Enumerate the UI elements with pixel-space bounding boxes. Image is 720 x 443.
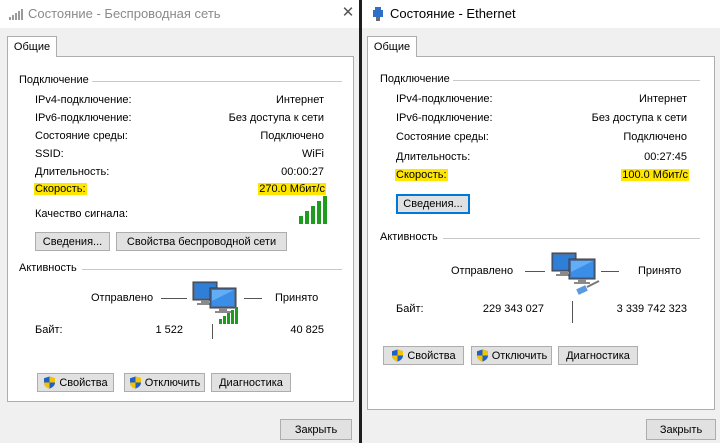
activity-heading: Активность [19, 262, 77, 274]
sent-line [161, 298, 187, 299]
properties-button-label: Свойства [59, 377, 108, 389]
sent-label: Отправлено [451, 265, 514, 277]
speed-value: 100.0 Мбит/с [621, 169, 689, 181]
media-state-label: Состояние среды: [35, 130, 128, 142]
connection-heading: Подключение [19, 74, 89, 86]
ethernet-plug-icon [373, 7, 383, 21]
tab-general[interactable]: Общие [7, 36, 57, 57]
divider [92, 81, 342, 82]
diagnose-button[interactable]: Диагностика [211, 373, 291, 392]
ipv4-label: IPv4-подключение: [35, 94, 132, 106]
ipv4-value: Интернет [276, 94, 324, 106]
sent-label: Отправлено [91, 292, 154, 304]
tab-panel: Подключение IPv4-подключение: Интернет I… [367, 56, 715, 410]
speed-value: 270.0 Мбит/с [258, 183, 326, 195]
uac-shield-icon [129, 376, 142, 389]
ipv4-label: IPv4-подключение: [396, 93, 493, 105]
duration-value: 00:27:45 [644, 151, 687, 163]
sent-line [525, 271, 545, 272]
ethernet-status-window: Состояние - Ethernet Общие Подключение I… [362, 0, 720, 443]
details-button[interactable]: Сведения... [396, 194, 470, 214]
title-bar[interactable]: Состояние - Ethernet [362, 0, 720, 28]
uac-shield-icon [476, 349, 489, 362]
disable-button[interactable]: Отключить [471, 346, 552, 365]
tab-general[interactable]: Общие [367, 36, 417, 57]
bytes-divider [572, 301, 573, 323]
divider [443, 238, 700, 239]
duration-value: 00:00:27 [281, 166, 324, 178]
ipv6-value: Без доступа к сети [591, 112, 687, 124]
ipv6-value: Без доступа к сети [228, 112, 324, 124]
uac-shield-icon [391, 349, 404, 362]
wifi-signal-icon [9, 9, 23, 20]
connection-heading: Подключение [380, 73, 450, 85]
properties-button[interactable]: Свойства [383, 346, 464, 365]
ipv4-value: Интернет [639, 93, 687, 105]
received-line [244, 298, 262, 299]
disable-button-label: Отключить [144, 377, 201, 389]
close-button[interactable]: Закрыть [646, 419, 716, 440]
ipv6-label: IPv6-подключение: [35, 112, 132, 124]
details-button[interactable]: Сведения... [35, 232, 110, 251]
received-label: Принято [275, 292, 319, 304]
bytes-received-value: 40 825 [290, 324, 324, 336]
speed-label: Скорость: [34, 183, 87, 195]
signal-strength-icon [299, 196, 327, 224]
ethernet-cable-icon [576, 280, 600, 295]
bytes-sent-value: 1 522 [155, 324, 183, 336]
window-title: Состояние - Ethernet [390, 6, 516, 21]
bytes-received-value: 3 339 742 323 [616, 303, 687, 315]
disable-button[interactable]: Отключить [124, 373, 205, 392]
duration-label: Длительность: [396, 151, 471, 163]
close-button[interactable]: Закрыть [280, 419, 352, 440]
divider [453, 80, 700, 81]
title-bar[interactable]: Состояние - Беспроводная сеть ✕ [0, 0, 359, 28]
properties-button[interactable]: Свойства [37, 373, 114, 392]
wireless-status-window: Состояние - Беспроводная сеть ✕ Общие По… [0, 0, 359, 443]
uac-shield-icon [43, 376, 56, 389]
wireless-properties-button[interactable]: Свойства беспроводной сети [116, 232, 287, 251]
activity-heading: Активность [380, 231, 438, 243]
media-state-value: Подключено [260, 130, 324, 142]
window-title: Состояние - Беспроводная сеть [28, 6, 221, 21]
close-icon[interactable]: ✕ [337, 0, 359, 28]
tab-panel: Подключение IPv4-подключение: Интернет I… [7, 56, 354, 402]
duration-label: Длительность: [35, 166, 110, 178]
bytes-label: Байт: [35, 324, 63, 336]
bytes-divider [212, 324, 213, 339]
properties-button-label: Свойства [407, 350, 456, 362]
bytes-label: Байт: [396, 303, 424, 315]
bytes-sent-value: 229 343 027 [482, 303, 544, 315]
ssid-label: SSID: [35, 148, 64, 160]
diagnose-button[interactable]: Диагностика [558, 346, 638, 365]
speed-label: Скорость: [395, 169, 448, 181]
received-line [601, 271, 619, 272]
ssid-value: WiFi [302, 148, 324, 160]
media-state-label: Состояние среды: [396, 131, 489, 143]
media-state-value: Подключено [623, 131, 687, 143]
wifi-signal-icon [219, 307, 238, 324]
signal-quality-label: Качество сигнала: [35, 208, 129, 220]
received-label: Принято [638, 265, 682, 277]
disable-button-label: Отключить [491, 350, 548, 362]
ipv6-label: IPv6-подключение: [396, 112, 493, 124]
divider [82, 269, 342, 270]
